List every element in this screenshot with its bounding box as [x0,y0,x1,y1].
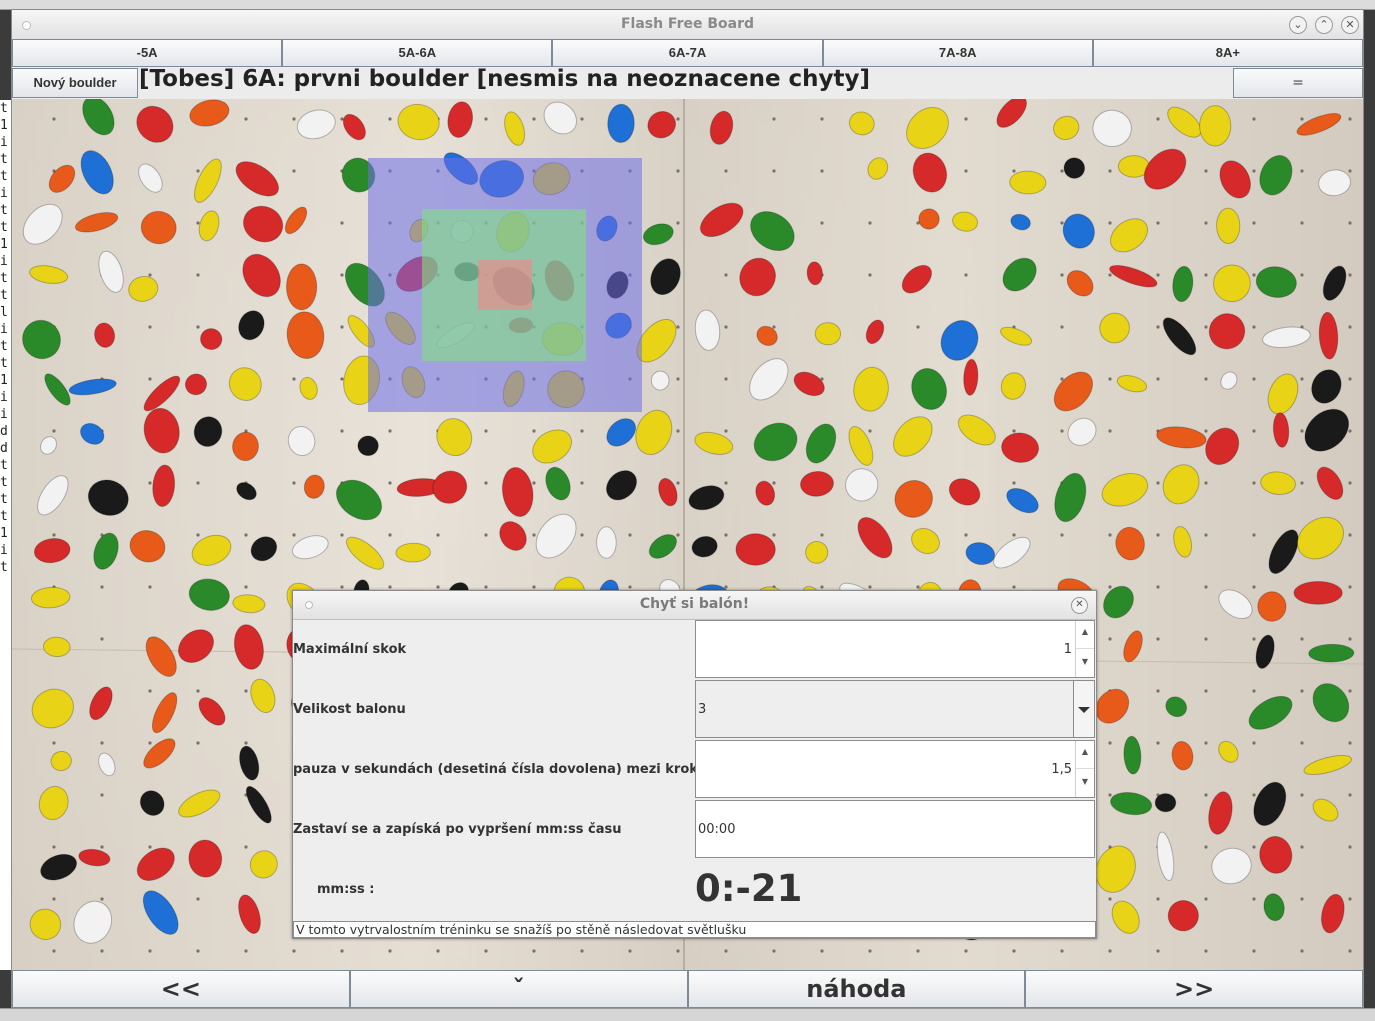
previous-button[interactable]: << [12,970,350,1008]
grade-button[interactable]: 8A+ [1092,39,1364,67]
title-bar: Flash Free Board ⌄ ⌃ ✕ [12,10,1363,40]
spin-down-icon[interactable]: ▼ [1076,648,1094,677]
boulder-row: Nový boulder [Tobes] 6A: prvni boulder [… [12,66,1363,99]
new-boulder-button[interactable]: Nový boulder [12,68,138,98]
pause-label: pauza v sekundách (desetiná čísla dovole… [293,762,707,777]
pause-spinner[interactable]: 1,5 ▲ ▼ [695,740,1095,798]
max-jump-label: Maximální skok [293,642,407,657]
maximize-icon[interactable]: ⌃ [1315,16,1333,34]
spin-up-icon[interactable]: ▲ [1076,621,1094,649]
minimize-icon[interactable]: ⌄ [1289,16,1307,34]
grade-button[interactable]: 6A-7A [552,39,823,67]
grade-button[interactable]: 7A-8A [822,39,1093,67]
next-button[interactable]: >> [1025,970,1363,1008]
max-jump-spin[interactable]: ▲ ▼ [1075,621,1094,677]
grade-button[interactable]: 5A-6A [282,39,553,67]
countdown-timer: 0:-21 [695,867,803,910]
stop-time-label: Zastaví se a zapíská po vypršení mm:ss č… [293,822,622,837]
focus-inner-square [478,260,532,310]
grade-bar: -5A 5A-6A 6A-7A 7A-8A 8A+ [12,39,1364,67]
ball-size-value: 3 [698,702,707,717]
ball-size-label: Velikost balonu [293,702,406,717]
spin-down-icon[interactable]: ▼ [1076,768,1094,797]
spin-up-icon[interactable]: ▲ [1076,741,1094,769]
ball-dialog: Chyť si balón! ✕ Maximální skok 1 ▲ ▼ Vel… [292,590,1097,939]
ball-size-select[interactable]: 3 [695,680,1095,738]
mmss-label: mm:ss : [317,882,375,897]
pause-spin[interactable]: ▲ ▼ [1075,741,1094,797]
dialog-close-icon[interactable]: ✕ [1071,597,1088,614]
background-terminal: t1ittitt1ittlitt1iiddtttt1it [0,100,11,970]
pause-value: 1,5 [1051,762,1072,777]
dialog-title-bar: Chyť si balón! ✕ [293,591,1096,620]
stop-time-value: 00:00 [698,822,736,837]
bottom-navigation: << ˇ náhoda >> [12,970,1363,1008]
terminal-text: t1ittitt1ittlitt1iiddtttt1it [0,101,8,575]
random-button[interactable]: náhoda [687,970,1026,1008]
dialog-title: Chyť si balón! [639,596,750,612]
max-jump-value: 1 [1063,642,1072,657]
desktop-taskbar [0,1008,1375,1021]
boulder-title: [Tobes] 6A: prvni boulder [nesmis na neo… [139,66,871,92]
max-jump-spinner[interactable]: 1 ▲ ▼ [695,620,1095,678]
chevron-down-icon[interactable] [1073,681,1094,737]
grade-button[interactable]: -5A [12,39,283,67]
hide-button[interactable]: ˇ [349,970,688,1008]
close-icon[interactable]: ✕ [1341,16,1359,34]
description-text: V tomto vytrvalostním tréninku se snažíš… [293,921,1096,938]
menu-button[interactable]: = [1233,68,1363,98]
stop-time-input[interactable]: 00:00 [695,800,1095,858]
window-title: Flash Free Board [620,16,755,32]
